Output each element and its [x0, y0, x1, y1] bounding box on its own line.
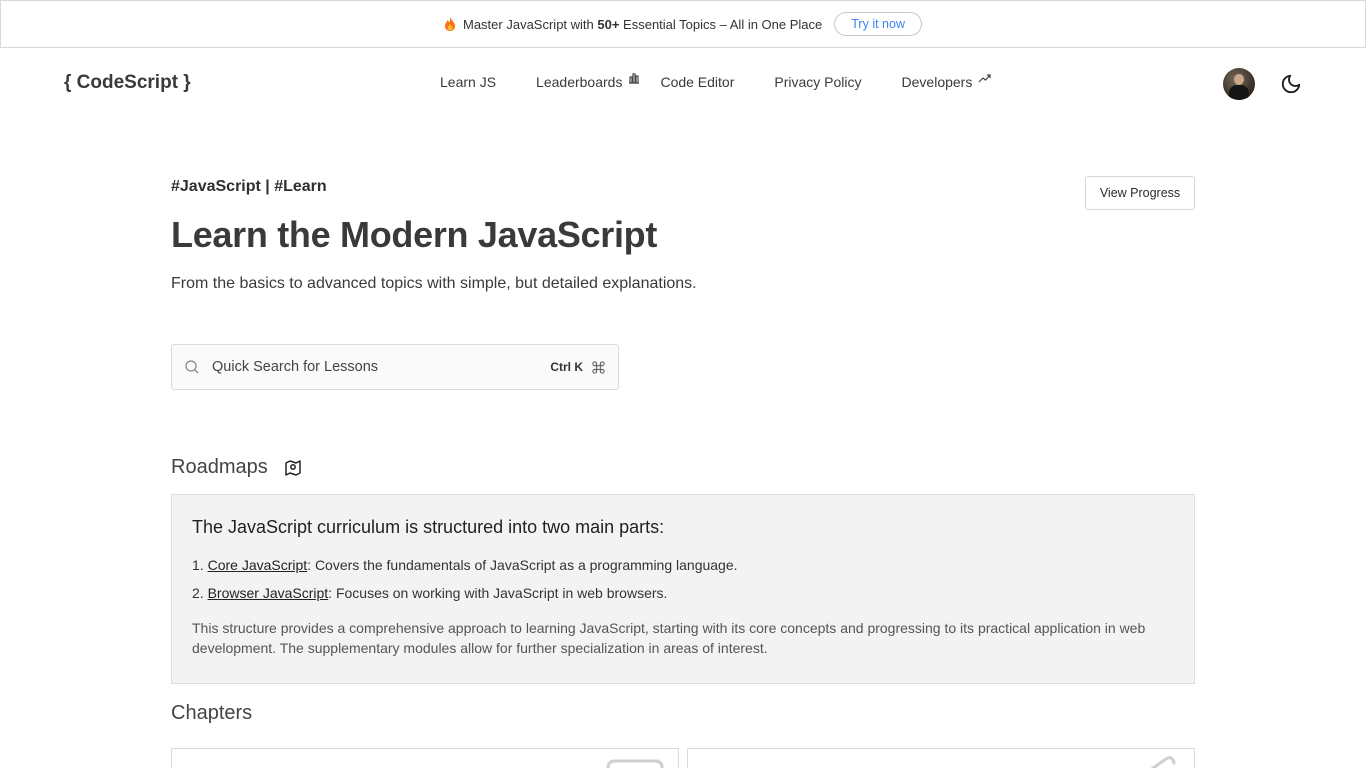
nav-leaderboards[interactable]: Leaderboards [536, 73, 640, 90]
nav-learn-js[interactable]: Learn JS [440, 74, 496, 90]
command-icon [592, 360, 605, 374]
chapter-illustration-icon [1150, 756, 1176, 768]
chapter-card[interactable] [171, 748, 679, 768]
map-pin-icon [284, 459, 301, 476]
trending-up-icon [978, 74, 991, 83]
search-icon [185, 360, 199, 374]
flame-icon [445, 17, 455, 31]
browser-javascript-link[interactable]: Browser JavaScript [208, 585, 329, 601]
user-avatar[interactable] [1223, 68, 1255, 100]
announcement-text: Master JavaScript with 50+ Essential Top… [463, 16, 823, 32]
quick-search-input[interactable]: Quick Search for Lessons Ctrl K [171, 344, 619, 390]
roadmap-item-core: 1. Core JavaScript: Covers the fundament… [192, 557, 738, 573]
search-shortcut: Ctrl K [550, 360, 583, 374]
nav-developers[interactable]: Developers [902, 74, 993, 90]
page-subtitle: From the basics to advanced topics with … [171, 275, 697, 292]
nav-privacy-policy[interactable]: Privacy Policy [774, 74, 861, 90]
roadmaps-box: The JavaScript curriculum is structured … [171, 494, 1195, 684]
roadmap-item-browser: 2. Browser JavaScript: Focuses on workin… [192, 585, 668, 601]
site-header: { CodeScript } Learn JS Leaderboards Cod… [0, 48, 1366, 120]
chapters-section-title: Chapters [171, 702, 253, 724]
bar-chart-icon [629, 73, 640, 84]
try-it-now-button[interactable]: Try it now [834, 12, 922, 36]
roadmaps-list: 1. Core JavaScript: Covers the fundament… [192, 557, 1174, 602]
roadmaps-heading: The JavaScript curriculum is structured … [192, 517, 665, 537]
nav-code-editor[interactable]: Code Editor [660, 74, 734, 90]
search-placeholder: Quick Search for Lessons [212, 359, 379, 375]
page-title: Learn the Modern JavaScript [171, 214, 658, 255]
chapter-illustration-icon [606, 759, 664, 768]
core-javascript-link[interactable]: Core JavaScript [208, 557, 308, 573]
announcement-bar: Master JavaScript with 50+ Essential Top… [0, 0, 1366, 48]
chapter-card[interactable] [687, 748, 1195, 768]
site-logo[interactable]: { CodeScript } [64, 72, 191, 94]
moon-icon[interactable] [1280, 73, 1302, 95]
hero-tags: #JavaScript | #Learn [171, 178, 327, 195]
main-nav: Learn JS Leaderboards Code Editor Privac… [440, 73, 993, 90]
roadmaps-description: This structure provides a comprehensive … [192, 620, 1146, 656]
roadmaps-section-title: Roadmaps [171, 456, 302, 479]
view-progress-button[interactable]: View Progress [1085, 176, 1195, 210]
